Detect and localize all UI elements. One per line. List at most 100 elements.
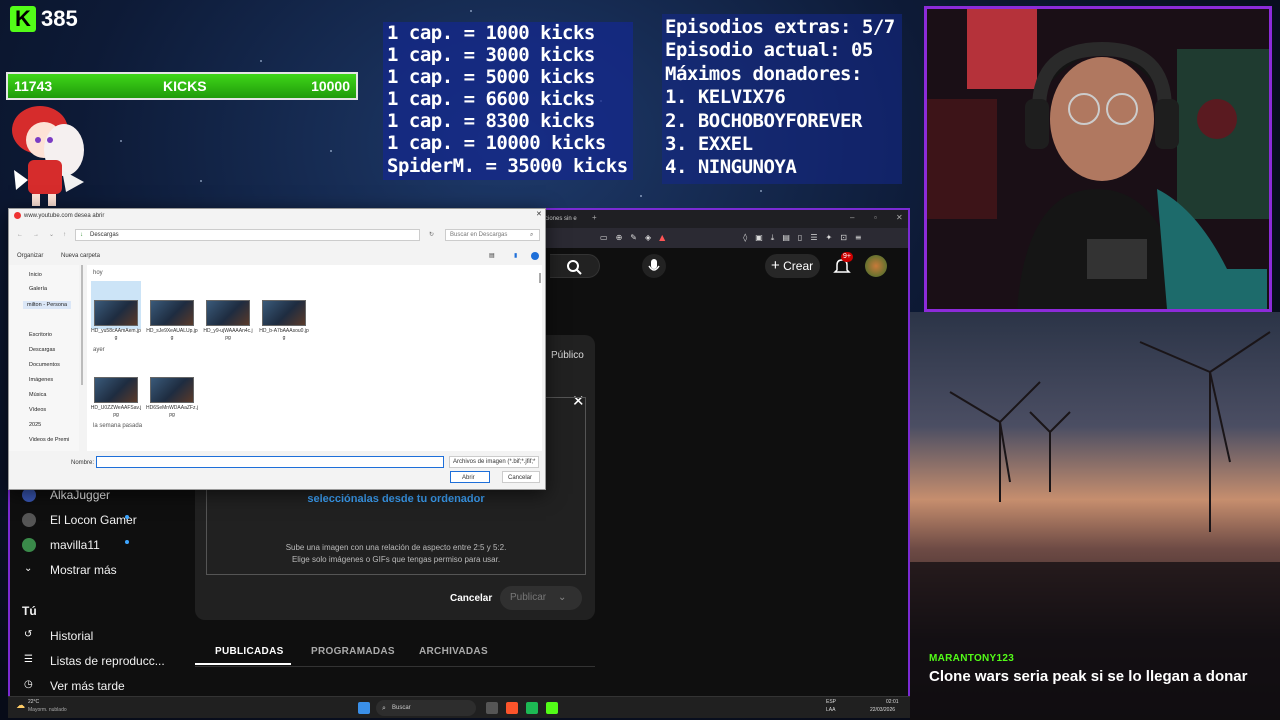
path-bar[interactable]: ↓ Descargas <box>75 229 420 241</box>
nav-home[interactable]: Inicio <box>29 271 42 279</box>
visibility-label[interactable]: Público <box>551 350 584 362</box>
cancel-button[interactable]: Cancelar <box>450 592 492 606</box>
file-type-select[interactable]: Archivos de imagen (*.bif;*.jfif;* <box>449 456 539 468</box>
you-section[interactable]: Tú <box>22 603 37 619</box>
screenshot-icon[interactable]: ▭ <box>600 233 608 243</box>
clock-time[interactable]: 02:01 <box>886 699 899 706</box>
file-name[interactable]: HD_U0ZZWeAAFSav.jpg <box>90 405 142 419</box>
file-name[interactable]: HD6SeMnWDAAaZFz.jpg <box>146 405 198 419</box>
minimize-icon[interactable]: – <box>850 213 854 223</box>
history-icon: ↺ <box>24 629 33 640</box>
up-icon[interactable]: ↑ <box>63 231 66 239</box>
nav-pictures[interactable]: Imágenes <box>29 376 53 384</box>
sidebar-item-playlists[interactable]: Listas de reproducc... <box>50 653 165 669</box>
nav-gallery[interactable]: Galería <box>29 285 47 293</box>
cap-line: 1 cap. = 3000 kicks <box>387 44 595 66</box>
bookmark-icon[interactable]: ☰ <box>810 233 817 243</box>
close-icon[interactable]: ✕ <box>536 211 542 219</box>
sidebar-icon[interactable]: ▯ <box>798 233 802 243</box>
sidebar-item-history[interactable]: Historial <box>50 628 93 644</box>
translate-icon[interactable]: ◊ <box>743 233 747 243</box>
app-icon[interactable] <box>526 702 538 714</box>
warning-icon[interactable]: ▲ <box>659 233 665 243</box>
nav-downloads[interactable]: Descargas <box>29 346 55 354</box>
search-input[interactable]: Buscar en Descargas ⌕ <box>445 229 540 241</box>
nav-music[interactable]: Música <box>29 391 46 399</box>
image-thumbnail[interactable] <box>262 300 306 326</box>
extensions-icon[interactable]: ✦ <box>825 233 832 243</box>
group-header-today[interactable]: hoy <box>93 269 103 277</box>
file-name-input[interactable] <box>96 456 444 468</box>
menu-icon[interactable]: ≡ <box>855 233 862 243</box>
group-header-yesterday[interactable]: ayer <box>93 346 105 354</box>
nav-scrollbar[interactable] <box>81 265 83 385</box>
sidebar-item-el-locon-gamer[interactable]: El Locon Gamer <box>50 512 137 528</box>
language-indicator[interactable]: ESP <box>826 699 836 706</box>
group-header-last-week[interactable]: la semana pasada <box>93 422 142 430</box>
sidebar-item-watch-later[interactable]: Ver más tarde <box>50 678 125 694</box>
avatar[interactable] <box>865 255 887 277</box>
language-indicator-sub[interactable]: LAA <box>826 707 835 714</box>
notifications-button[interactable]: 9+ <box>832 252 853 276</box>
maximize-icon[interactable]: ▫ <box>874 213 877 223</box>
brave-browser-icon[interactable] <box>506 702 518 714</box>
file-name[interactable]: HD_y9-ujWAAAAn4c.jpg <box>202 328 254 342</box>
clock-date[interactable]: 22/03/2026 <box>870 707 895 714</box>
nav-desktop[interactable]: Escritorio <box>29 331 52 339</box>
kick-app-icon[interactable] <box>546 702 558 714</box>
image-thumbnail[interactable] <box>150 377 194 403</box>
new-folder-button[interactable]: Nueva carpeta <box>61 252 100 260</box>
refresh-icon[interactable]: ↻ <box>429 231 434 239</box>
create-button[interactable]: + Crear <box>765 254 820 278</box>
file-scrollbar[interactable] <box>539 273 541 283</box>
image-thumbnail[interactable] <box>94 300 138 326</box>
new-tab-icon[interactable]: + <box>592 213 597 223</box>
view-icon[interactable]: ▤ <box>489 252 495 260</box>
voice-search-button[interactable] <box>642 254 666 278</box>
publish-button[interactable]: Publicar ⌄ <box>500 586 582 610</box>
organize-menu[interactable]: Organizar <box>17 252 43 260</box>
nav-documents[interactable]: Documentos <box>29 361 60 369</box>
chevron-down-icon[interactable]: ⌄ <box>558 586 566 610</box>
help-icon[interactable] <box>531 252 539 260</box>
weather-icon[interactable]: ☁ <box>16 701 25 711</box>
tab-icon[interactable]: ▣ <box>755 233 763 243</box>
file-name[interactable]: HD_sJe9XeAUALUp.jpg <box>146 328 198 342</box>
weather-temp[interactable]: 22°C <box>28 699 39 706</box>
search-button[interactable] <box>550 254 600 278</box>
sidebar-item-mavilla11[interactable]: mavilla11 <box>50 537 100 553</box>
library-icon[interactable]: ▤ <box>782 233 790 243</box>
account-icon[interactable]: ⊡ <box>840 233 847 243</box>
file-name[interactable]: HD_b-A7bAAAsou0.jpg <box>258 328 310 342</box>
image-thumbnail[interactable] <box>206 300 250 326</box>
image-thumbnail[interactable] <box>150 300 194 326</box>
down-icon[interactable]: ⌄ <box>49 231 54 239</box>
download-icon[interactable]: ⤓ <box>771 233 775 243</box>
select-from-computer-link[interactable]: selecciónalas desde tu ordenador <box>207 492 585 506</box>
edit-icon[interactable]: ✎ <box>630 233 637 243</box>
forward-icon[interactable]: → <box>33 231 39 239</box>
zoom-icon[interactable]: ⊕ <box>616 233 623 243</box>
goal-label: KICKS <box>163 78 207 94</box>
task-view-icon[interactable] <box>486 702 498 714</box>
show-more-button[interactable]: Mostrar más <box>50 562 117 578</box>
shield-icon[interactable]: ◈ <box>645 233 651 243</box>
tab-scheduled[interactable]: PROGRAMADAS <box>311 645 395 659</box>
preview-pane-icon[interactable]: ▮ <box>514 252 517 260</box>
cancel-button[interactable]: Cancelar <box>502 471 540 483</box>
open-button[interactable]: Abrir <box>450 471 490 483</box>
nav-folder-premiere[interactable]: Videos de Premi <box>29 436 69 444</box>
nav-onedrive[interactable]: milton - Persona <box>23 301 72 309</box>
taskbar-search[interactable]: ⌕ Buscar <box>376 700 476 716</box>
image-thumbnail[interactable] <box>94 377 138 403</box>
back-icon[interactable]: ← <box>17 231 23 239</box>
nav-folder-2025[interactable]: 2025 <box>29 421 41 429</box>
file-name[interactable]: HD_yu58cAAmAem.jpg <box>90 328 142 342</box>
close-window-icon[interactable]: ✕ <box>896 213 903 223</box>
tab-published[interactable]: PUBLICADAS <box>215 645 284 659</box>
start-icon[interactable] <box>358 702 370 714</box>
tab-archived[interactable]: ARCHIVADAS <box>419 645 488 659</box>
weather-text[interactable]: Mayorm. nublado <box>28 707 67 714</box>
file-list: hoy HD_yu58cAAmAem.jpg HD_sJe9XeAUALUp.j… <box>87 265 542 451</box>
nav-videos[interactable]: Vídeos <box>29 406 46 414</box>
